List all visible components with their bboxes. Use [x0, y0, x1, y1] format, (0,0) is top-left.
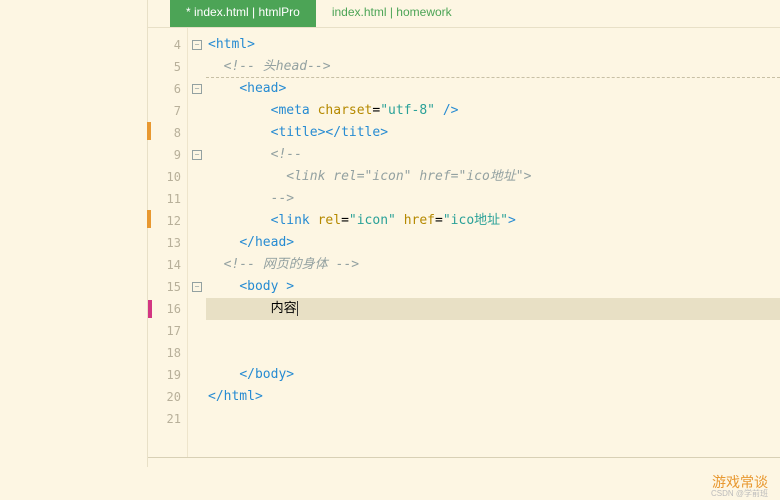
fold-toggle-icon[interactable]: − — [192, 84, 202, 94]
sidebar — [0, 0, 148, 467]
line-number: 19 — [148, 364, 187, 386]
line-number: 7 — [148, 100, 187, 122]
fold-toggle-icon[interactable]: − — [192, 40, 202, 50]
line-gutter: 456789101112131415161718192021 — [148, 28, 188, 457]
line-number: 13 — [148, 232, 187, 254]
bookmark-icon — [147, 210, 151, 228]
main-area: * index.html | htmlPro index.html | home… — [148, 0, 780, 467]
line-number: 10 — [148, 166, 187, 188]
line-number: 16 — [148, 298, 187, 320]
active-line[interactable]: 内容 — [206, 298, 780, 320]
line-number: 21 — [148, 408, 187, 430]
bookmark-icon — [147, 122, 151, 140]
tab-inactive[interactable]: index.html | homework — [316, 0, 468, 27]
fold-toggle-icon[interactable]: − — [192, 282, 202, 292]
line-number: 20 — [148, 386, 187, 408]
editor-container: * index.html | htmlPro index.html | home… — [0, 0, 780, 467]
watermark-sub: CSDN @学前班 — [711, 488, 768, 499]
line-number: 11 — [148, 188, 187, 210]
tab-active[interactable]: * index.html | htmlPro — [170, 0, 316, 27]
line-number: 9 — [148, 144, 187, 166]
line-number: 5 — [148, 56, 187, 78]
code-area[interactable]: <html> <!-- 头head--> <head> <meta charse… — [206, 28, 780, 457]
fold-toggle-icon[interactable]: − — [192, 150, 202, 160]
tab-bar: * index.html | htmlPro index.html | home… — [148, 0, 780, 28]
fold-column: − − − − — [188, 28, 206, 457]
line-number: 17 — [148, 320, 187, 342]
line-number: 6 — [148, 78, 187, 100]
line-number: 4 — [148, 34, 187, 56]
code-editor[interactable]: 456789101112131415161718192021 − − − − <htm… — [148, 28, 780, 457]
line-number: 8 — [148, 122, 187, 144]
line-number: 12 — [148, 210, 187, 232]
line-number: 18 — [148, 342, 187, 364]
text-cursor — [297, 301, 298, 316]
line-number: 15 — [148, 276, 187, 298]
bottom-border — [148, 457, 780, 467]
line-number: 14 — [148, 254, 187, 276]
